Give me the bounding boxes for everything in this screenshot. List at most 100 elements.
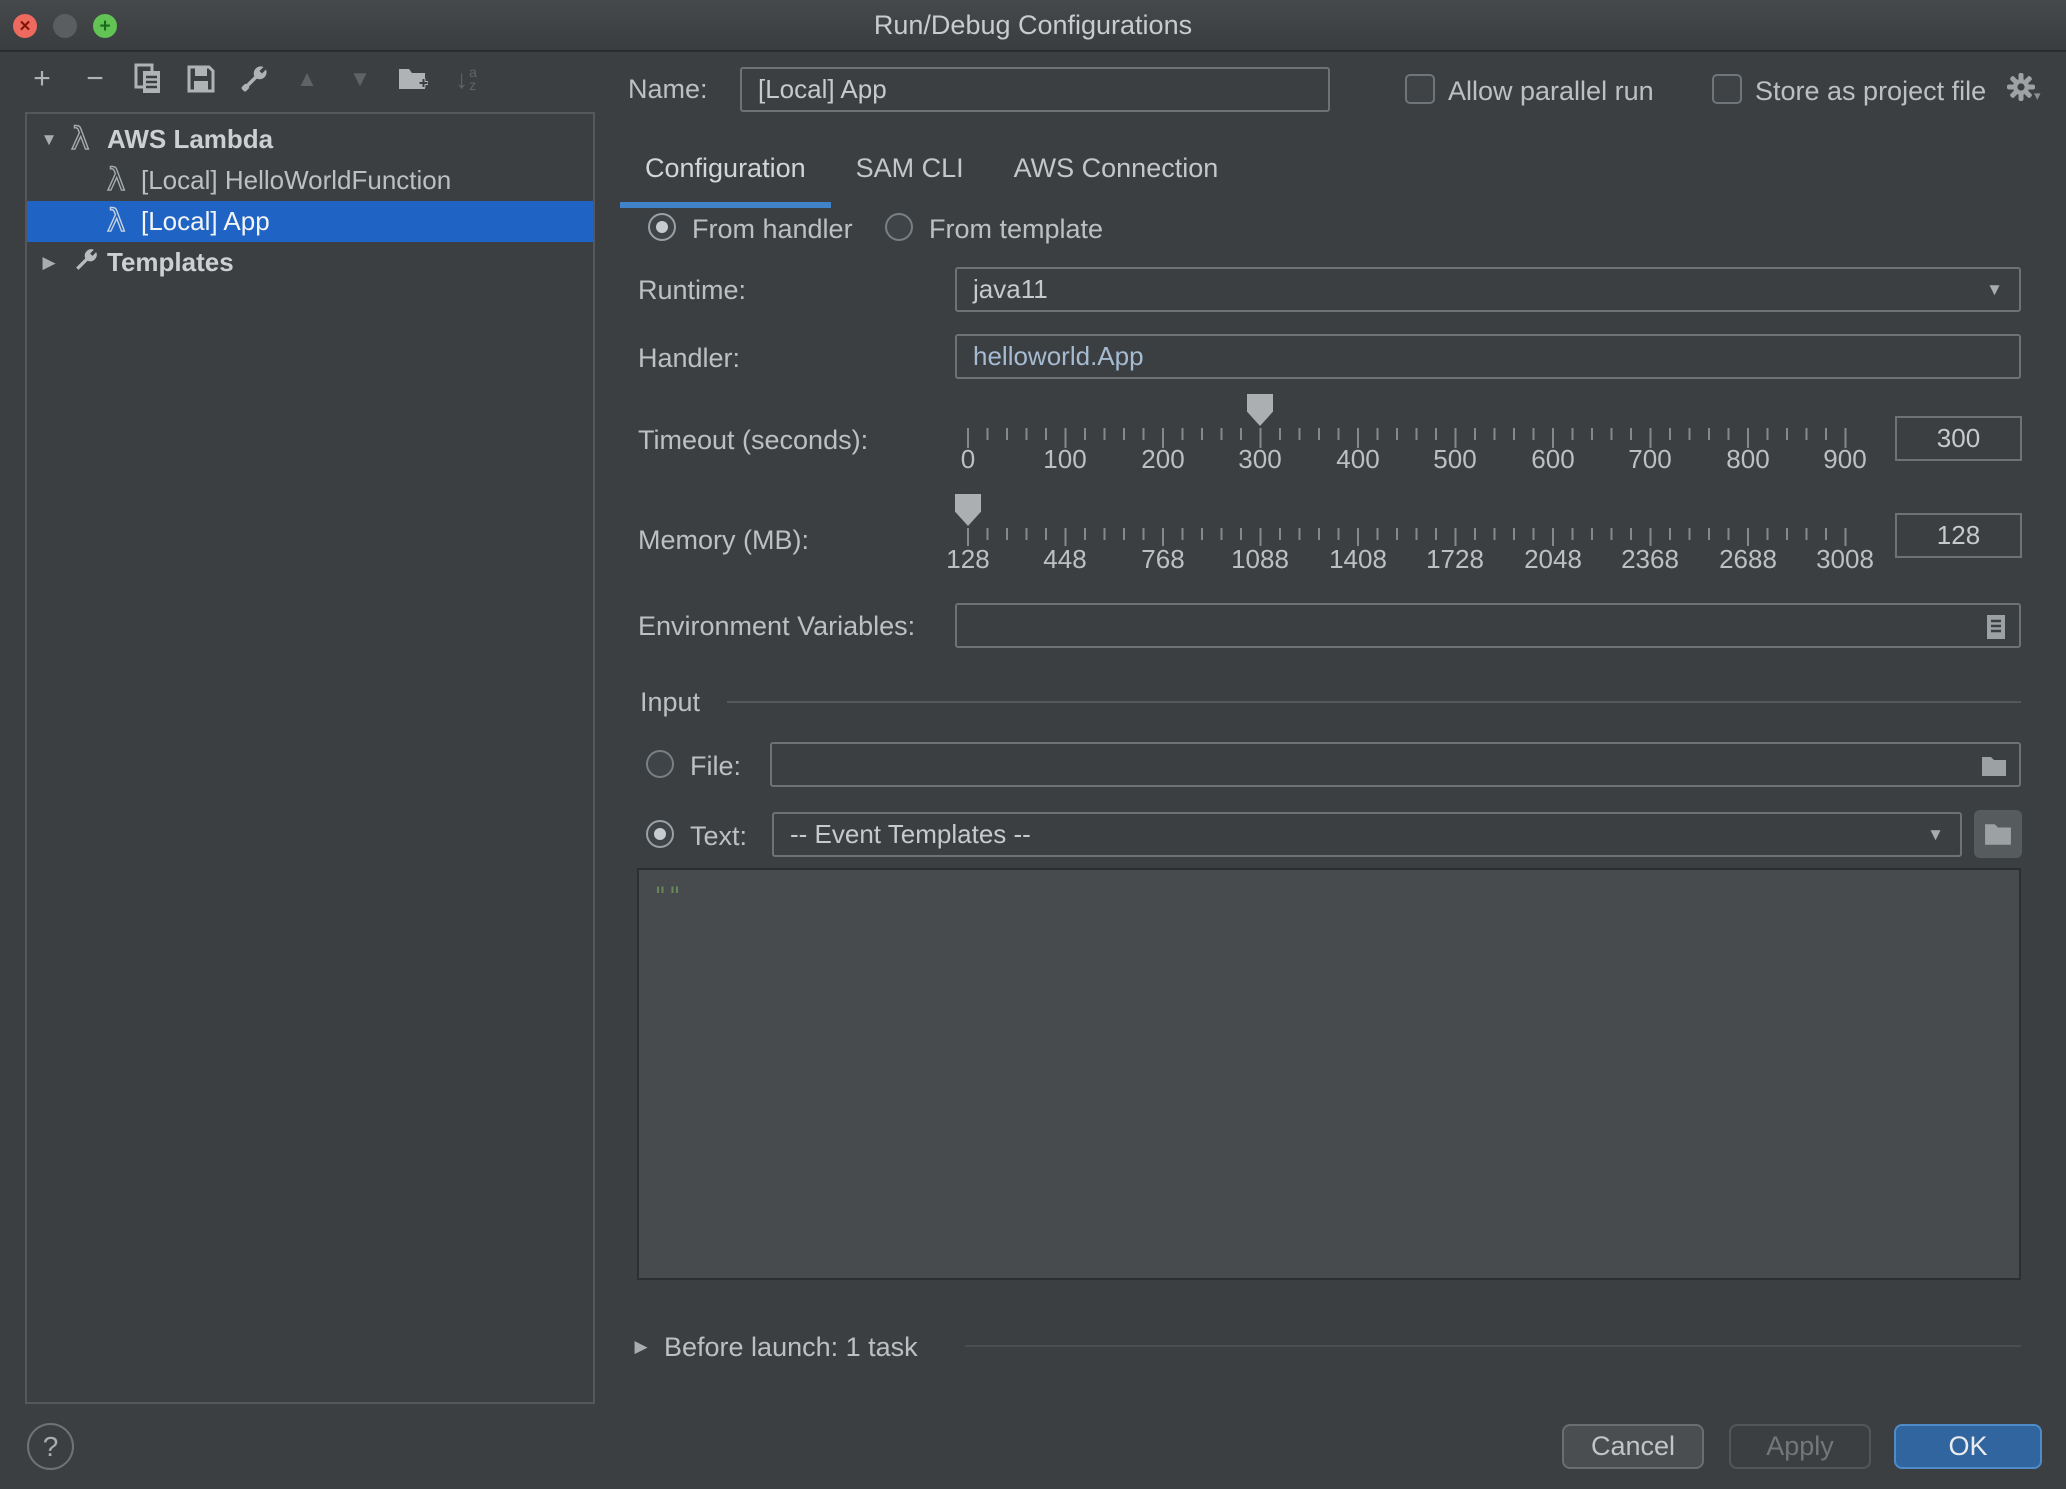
tab-aws-connection[interactable]: AWS Connection (989, 140, 1244, 208)
close-window-button[interactable]: ✕ (13, 14, 37, 38)
from-handler-label[interactable]: From handler (692, 214, 853, 245)
move-up-icon[interactable]: ▲ (291, 60, 323, 98)
name-input[interactable]: [Local] App (740, 67, 1330, 112)
tick-label: 1408 (1329, 544, 1387, 575)
tree-item-local-app-selected[interactable]: λ [Local] App (27, 201, 593, 242)
before-launch-label: Before launch: 1 task (664, 1332, 918, 1363)
help-button[interactable]: ? (27, 1423, 74, 1470)
edit-variables-icon[interactable] (1985, 613, 2007, 641)
memory-slider[interactable]: 128 448 768 1088 1408 1728 2048 2368 268… (967, 496, 1857, 578)
tab-sam-cli[interactable]: SAM CLI (831, 140, 989, 208)
input-file-path-input[interactable] (770, 742, 2021, 787)
tick-label: 1088 (1231, 544, 1289, 575)
open-template-file-button[interactable] (1974, 810, 2022, 858)
allow-parallel-run-checkbox[interactable] (1405, 74, 1435, 104)
templates-wrench-icon (71, 247, 99, 282)
event-templates-dropdown[interactable]: -- Event Templates -- ▼ (772, 812, 1962, 857)
tree-item-helloworldfunction[interactable]: λ [Local] HelloWorldFunction (27, 160, 593, 201)
environment-variables-input[interactable] (955, 603, 2021, 648)
timeout-value-input[interactable]: 300 (1895, 416, 2022, 461)
help-question-mark: ? (43, 1431, 59, 1463)
tick-label: 768 (1141, 544, 1184, 575)
cancel-button[interactable]: Cancel (1562, 1424, 1704, 1469)
timeout-ticks (967, 428, 1849, 450)
timeout-value: 300 (1937, 423, 1980, 454)
input-text-radio[interactable] (646, 820, 674, 848)
edit-templates-wrench-icon[interactable] (238, 60, 270, 98)
from-handler-radio[interactable] (648, 213, 676, 241)
save-configuration-icon[interactable] (185, 60, 217, 98)
input-section-title: Input (640, 687, 700, 718)
tree-item-label: Templates (107, 247, 234, 278)
collapsed-arrow-icon[interactable]: ▶ (38, 253, 60, 273)
memory-label: Memory (MB): (638, 525, 809, 556)
allow-parallel-run-label[interactable]: Allow parallel run (1448, 76, 1654, 107)
tick-label: 2688 (1719, 544, 1777, 575)
minimize-window-button[interactable] (53, 14, 77, 38)
timeout-slider[interactable]: 0 100 200 300 400 500 600 700 800 900 (967, 396, 1857, 478)
tick-label: 3008 (1816, 544, 1874, 575)
remove-configuration-icon[interactable]: − (79, 60, 111, 98)
zoom-window-button[interactable]: + (93, 14, 117, 38)
tick-label: 600 (1531, 444, 1574, 475)
name-label: Name: (628, 74, 708, 105)
new-folder-icon[interactable] (397, 60, 429, 98)
browse-file-folder-icon[interactable] (1981, 755, 2007, 777)
from-template-radio[interactable] (885, 213, 913, 241)
input-file-label[interactable]: File: (690, 751, 741, 782)
title-bar[interactable]: ✕ + Run/Debug Configurations (0, 0, 2066, 52)
sort-configurations-icon[interactable]: ↓ az (450, 60, 482, 98)
tree-item-label: [Local] App (141, 206, 270, 237)
tick-label: 700 (1628, 444, 1671, 475)
store-as-project-file-label[interactable]: Store as project file (1755, 76, 1986, 107)
memory-slider-thumb[interactable] (955, 494, 981, 526)
aws-lambda-icon: λ (107, 165, 125, 196)
handler-label: Handler: (638, 343, 740, 374)
memory-value: 128 (1937, 520, 1980, 551)
configurations-tree: ▼ λ AWS Lambda λ [Local] HelloWorldFunct… (25, 112, 595, 1404)
add-configuration-icon[interactable]: + (26, 60, 58, 98)
chevron-down-icon: ▼ (1927, 825, 1944, 845)
expanded-arrow-icon[interactable]: ▼ (38, 130, 60, 150)
copy-configuration-icon[interactable] (132, 60, 164, 98)
tick-label: 2368 (1621, 544, 1679, 575)
aws-lambda-icon: λ (107, 206, 125, 237)
tick-label: 1728 (1426, 544, 1484, 575)
tree-item-label: AWS Lambda (107, 124, 273, 155)
configurations-toolbar: + − ▲ ▼ ↓ az (26, 60, 482, 98)
apply-button[interactable]: Apply (1729, 1424, 1871, 1469)
input-section-divider (727, 701, 2021, 703)
store-as-project-file-checkbox[interactable] (1712, 74, 1742, 104)
tick-label: 0 (961, 444, 975, 475)
timeout-slider-thumb[interactable] (1247, 394, 1273, 426)
name-value: [Local] App (758, 74, 887, 105)
ok-button[interactable]: OK (1894, 1424, 2042, 1469)
input-text-label[interactable]: Text: (690, 821, 747, 852)
runtime-dropdown[interactable]: java11 ▼ (955, 267, 2021, 312)
aws-lambda-icon: λ (71, 124, 89, 155)
window-title: Run/Debug Configurations (874, 10, 1192, 41)
tick-label: 500 (1433, 444, 1476, 475)
runtime-value: java11 (973, 274, 1048, 305)
collapsed-arrow-icon[interactable]: ▶ (630, 1337, 652, 1357)
event-templates-value: -- Event Templates -- (790, 819, 1031, 850)
environment-variables-label: Environment Variables: (638, 611, 915, 642)
event-text-editor[interactable]: "" (637, 868, 2021, 1280)
tick-label: 900 (1823, 444, 1866, 475)
handler-input[interactable]: helloworld.App (955, 334, 2021, 379)
store-options-gear-icon[interactable]: ▾ (2006, 72, 2041, 102)
tree-item-templates[interactable]: ▶ Templates (27, 242, 593, 283)
before-launch-section[interactable]: ▶ Before launch: 1 task (630, 1331, 918, 1363)
from-template-label[interactable]: From template (929, 214, 1103, 245)
input-file-radio[interactable] (646, 750, 674, 778)
chevron-down-icon: ▼ (1986, 280, 2003, 300)
move-down-icon[interactable]: ▼ (344, 60, 376, 98)
before-launch-divider (965, 1345, 2021, 1347)
tick-label: 2048 (1524, 544, 1582, 575)
tab-bar: Configuration SAM CLI AWS Connection (620, 140, 1243, 208)
tree-item-aws-lambda[interactable]: ▼ λ AWS Lambda (27, 119, 593, 160)
tick-label: 128 (946, 544, 989, 575)
memory-value-input[interactable]: 128 (1895, 513, 2022, 558)
editor-string-literal: "" (653, 882, 682, 910)
tab-configuration[interactable]: Configuration (620, 140, 831, 208)
